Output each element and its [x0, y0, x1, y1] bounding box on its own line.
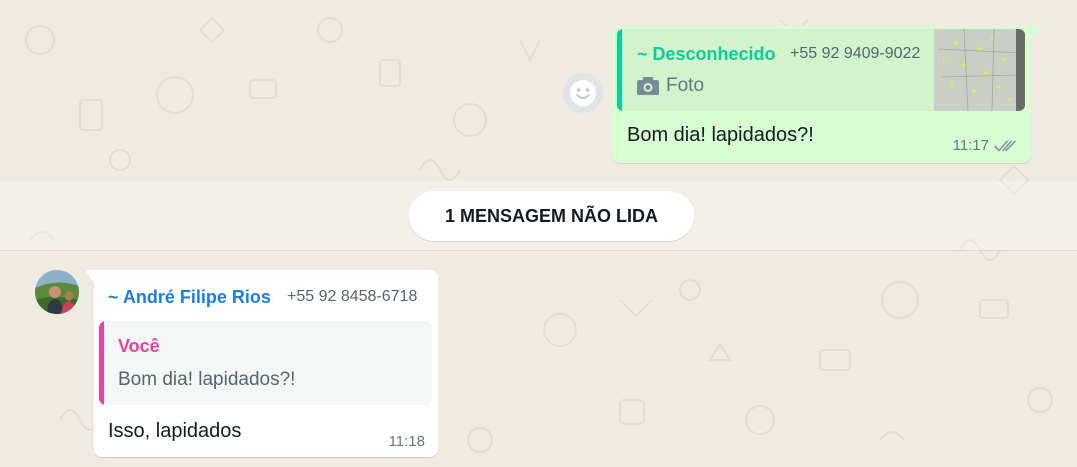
quoted-message[interactable]: ~ Desconhecido +55 92 9409-9022 Foto [617, 29, 1025, 111]
quoted-author: ~ Desconhecido [637, 44, 776, 64]
bubble-tail-icon [85, 270, 95, 284]
sender-phone: +55 92 8458-6718 [287, 288, 418, 305]
unknown-contact-avatar[interactable] [563, 73, 603, 113]
message-time: 11:18 [388, 433, 425, 450]
outgoing-message-bubble[interactable]: ~ Desconhecido +55 92 9409-9022 Foto Bom… [612, 26, 1040, 163]
sender-photo [35, 270, 79, 314]
smiley-avatar-icon [563, 73, 603, 113]
quoted-media-label: Foto [637, 75, 704, 97]
quoted-message[interactable]: Você Bom dia! lapidados?! [99, 321, 432, 405]
double-check-icon [994, 140, 1016, 151]
quote-accent-bar [617, 29, 622, 111]
unread-messages-label: 1 MENSAGEM NÃO LIDA [409, 191, 694, 241]
photo-preview-image [934, 29, 1025, 111]
media-type-label: Foto [666, 75, 705, 96]
bubble-tail-icon [1030, 26, 1040, 40]
quote-accent-bar [99, 321, 104, 405]
message-meta: 11:17 [953, 137, 1018, 154]
message-text: Bom dia! lapidados?! [627, 124, 814, 146]
quoted-text: Bom dia! lapidados?! [118, 369, 296, 390]
message-text: Isso, lapidados [108, 420, 242, 442]
sender-avatar[interactable] [35, 270, 79, 314]
sender-name[interactable]: ~ André Filipe Rios [108, 287, 271, 308]
photo-thumbnail[interactable] [934, 29, 1025, 111]
quoted-author: Você [118, 336, 160, 356]
message-time: 11:17 [952, 137, 989, 154]
camera-icon [637, 77, 659, 95]
incoming-message-bubble[interactable]: ~ André Filipe Rios +55 92 8458-6718 Voc… [85, 270, 438, 457]
quoted-author-phone: +55 92 9409-9022 [790, 45, 921, 62]
